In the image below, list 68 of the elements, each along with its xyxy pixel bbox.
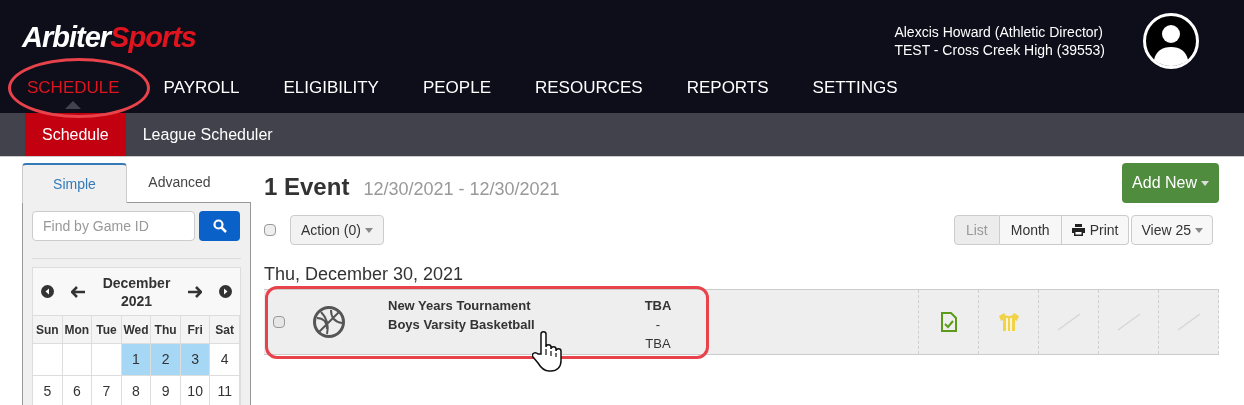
right-arrow-icon[interactable] [187,285,202,298]
event-row[interactable]: New Years Tournament Boys Varsity Basketball TBA - TBA [264,289,1219,355]
action-dropdown[interactable]: Action (0) [290,215,384,245]
game-id-search-field[interactable]: Find by Game ID [32,211,195,241]
weekday-header: Sat [210,315,240,343]
calendar-day[interactable]: 5 [33,375,63,405]
basketball-icon [313,306,345,338]
pointer-triangle-icon [65,101,81,109]
calendar-day[interactable]: 2 [151,343,181,375]
search-icon [212,219,227,233]
calendar-day[interactable]: 4 [210,343,240,375]
calendar-day[interactable]: 8 [121,375,152,405]
date-heading: Thu, December 30, 2021 [264,263,465,285]
sub-nav-tab[interactable]: League Scheduler [125,113,290,156]
print-button[interactable]: Print [1061,215,1130,245]
select-all-checkbox[interactable] [264,224,276,236]
previous-year-icon[interactable] [41,285,54,298]
site-name: TBA [643,297,673,315]
slash-mark [1116,313,1141,331]
site-detail: TBA [644,335,672,353]
calendar-day[interactable]: 1 [121,343,152,375]
view-toggle[interactable]: Month [999,215,1062,245]
slash-mark [1176,313,1201,331]
add-new-button[interactable]: Add New [1122,163,1219,203]
user-organization[interactable]: TEST - Cross Creek High (39553) [894,41,1105,59]
calendar-day[interactable]: 11 [210,375,240,405]
weekday-header: Thu [151,315,181,343]
nav-tab[interactable]: PEOPLE [422,78,491,97]
weekday-header: Mon [62,315,93,343]
next-year-icon[interactable] [218,285,232,298]
nav-tab[interactable]: RESOURCES [535,78,643,97]
weekday-header: Sun [33,315,63,343]
nav-tab[interactable]: SETTINGS [812,78,898,97]
avatar-icon[interactable] [1143,13,1199,69]
document-check-icon[interactable] [940,312,957,332]
caret-icon [1195,227,1203,233]
date-range: 12/30/2021 - 12/30/2021 [363,178,560,201]
nav-tab[interactable]: SCHEDULE [27,78,120,97]
nav-tab[interactable]: ELIGIBILITY [283,78,379,97]
caret-icon [364,227,373,233]
site-separator: - [654,316,662,334]
event-subtitle: Boys Varsity Basketball [388,316,536,334]
calendar-day[interactable]: 9 [151,375,181,405]
weekday-header: Fri [180,315,211,343]
row-checkbox[interactable] [273,316,285,328]
user-name: Alexcis Howard (Athletic Director) [894,23,1104,41]
sidebar-tab[interactable]: Simple [22,163,127,203]
nav-tab[interactable]: REPORTS [686,78,769,97]
weekday-header: Wed [121,315,152,343]
slash-mark [1056,313,1081,331]
printer-icon [1071,224,1085,236]
calendar-day[interactable]: 6 [62,375,93,405]
weekday-header: Tue [92,315,122,343]
calendar-year: 2021 [119,291,154,310]
calendar-month: December [102,273,171,292]
sub-nav-tab[interactable]: Schedule [25,113,126,156]
calendar-day[interactable]: 10 [180,375,211,405]
left-arrow-icon[interactable] [71,285,86,298]
event-title[interactable]: New Years Tournament [388,296,608,315]
calendar-day[interactable]: 3 [180,343,211,375]
event-count-heading: 1 Event [264,172,350,202]
logo[interactable]: ArbiterSports [0,0,196,54]
search-button[interactable] [199,211,240,241]
calendar-day[interactable]: 7 [92,375,122,405]
nav-tab[interactable]: PAYROLL [163,78,240,97]
hand-cursor-icon [532,330,564,374]
caret-icon [1201,180,1209,186]
page-size-dropdown[interactable]: View 25 [1131,215,1213,245]
